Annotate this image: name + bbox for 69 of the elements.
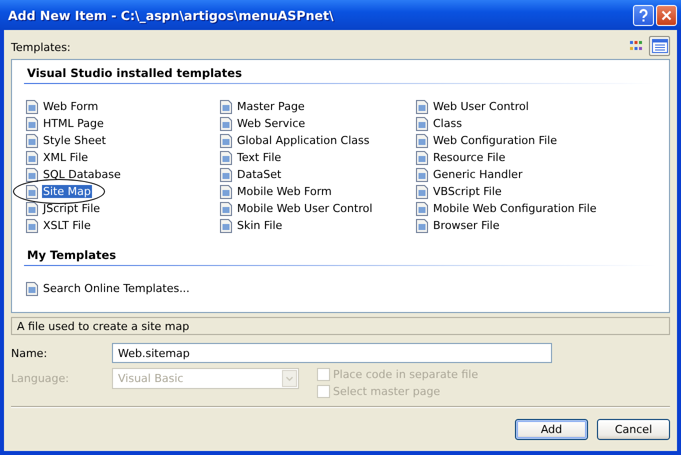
document-icon xyxy=(24,184,40,200)
document-icon xyxy=(24,98,40,114)
close-button[interactable] xyxy=(656,4,677,26)
template-item[interactable]: Master Page xyxy=(236,100,306,113)
template-item[interactable]: Mobile Web Form xyxy=(236,185,333,198)
list-view-icon xyxy=(652,39,668,53)
template-item[interactable]: Web Configuration File xyxy=(432,134,558,147)
template-item[interactable]: HTML Page xyxy=(42,117,105,130)
template-item[interactable]: Web Form xyxy=(42,100,100,113)
large-icons-view-icon xyxy=(628,40,642,52)
template-item[interactable]: Skin File xyxy=(236,219,284,232)
document-icon xyxy=(414,166,430,182)
template-item[interactable]: XSLT File xyxy=(42,219,92,232)
document-icon xyxy=(24,166,40,182)
document-icon xyxy=(414,184,430,200)
window-title: Add New Item - C:\_aspn\artigos\menuASPnet\ xyxy=(8,8,335,22)
document-icon xyxy=(24,150,40,166)
document-icon xyxy=(24,200,40,216)
template-item[interactable]: DataSet xyxy=(236,168,282,181)
template-item[interactable]: Mobile Web User Control xyxy=(236,202,374,215)
template-item[interactable]: Generic Handler xyxy=(432,168,524,181)
dialog-button[interactable]: Cancel xyxy=(597,419,670,440)
document-icon xyxy=(414,116,430,132)
document-icon xyxy=(218,200,234,216)
dialog-button[interactable]: Add xyxy=(515,419,588,440)
close-icon xyxy=(661,10,672,20)
document-icon xyxy=(24,132,40,148)
document-icon xyxy=(218,98,234,114)
document-icon xyxy=(218,218,234,234)
description-text: A file used to create a site map xyxy=(17,320,190,332)
help-icon xyxy=(639,8,648,22)
view-button[interactable] xyxy=(649,36,670,56)
document-icon xyxy=(414,150,430,166)
document-icon xyxy=(24,218,40,234)
document-icon xyxy=(24,280,40,296)
checkbox-label: Place code in separate file xyxy=(333,368,478,381)
name-field[interactable]: Web.sitemap xyxy=(112,343,552,363)
document-icon xyxy=(218,184,234,200)
template-item[interactable]: XML File xyxy=(42,151,90,164)
group-header: My Templates xyxy=(24,246,657,266)
template-item[interactable]: VBScript File xyxy=(432,185,503,198)
document-icon xyxy=(218,150,234,166)
template-item[interactable]: SQL Database xyxy=(42,168,122,181)
template-item[interactable]: Search Online Templates... xyxy=(42,282,191,295)
template-item[interactable]: JScript File xyxy=(42,202,102,215)
template-item[interactable]: Web Service xyxy=(236,117,306,130)
document-icon xyxy=(414,218,430,234)
template-item[interactable]: Style Sheet xyxy=(42,134,107,147)
document-icon xyxy=(24,116,40,132)
template-item[interactable]: Resource File xyxy=(432,151,506,164)
document-icon xyxy=(218,116,234,132)
language-label: Language: xyxy=(11,372,70,385)
help-button[interactable] xyxy=(633,4,654,26)
document-icon xyxy=(414,98,430,114)
name-label: Name: xyxy=(11,346,48,360)
template-item[interactable]: Site Map xyxy=(42,185,92,198)
template-item[interactable]: Mobile Web Configuration File xyxy=(432,202,598,215)
document-icon xyxy=(414,132,430,148)
templates-label: Templates: xyxy=(11,41,72,56)
template-item[interactable]: Text File xyxy=(236,151,282,164)
document-icon xyxy=(414,200,430,216)
template-item[interactable]: Global Application Class xyxy=(236,134,370,147)
checkbox-label: Select master page xyxy=(333,385,440,398)
template-item[interactable]: Class xyxy=(432,117,463,130)
template-item[interactable]: Web User Control xyxy=(432,100,530,113)
document-icon xyxy=(218,132,234,148)
group-header: Visual Studio installed templates xyxy=(24,64,657,84)
template-item[interactable]: Browser File xyxy=(432,219,500,232)
document-icon xyxy=(218,166,234,182)
